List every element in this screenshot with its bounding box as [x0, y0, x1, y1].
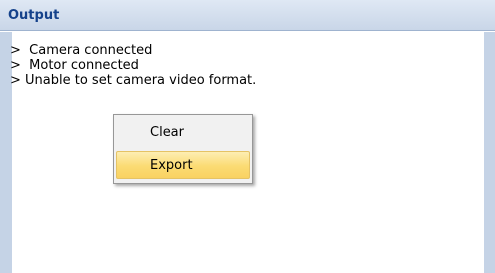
menu-item-label: Clear [150, 125, 184, 140]
menu-item-export[interactable]: Export [116, 151, 250, 179]
panel-title: Output [8, 8, 60, 23]
output-panel: Output > Camera connected > Motor connec… [0, 0, 495, 273]
log-line: > Unable to set camera video format. [10, 73, 257, 88]
menu-item-clear[interactable]: Clear [116, 118, 250, 146]
panel-right-frame [484, 32, 495, 273]
log-line: > Camera connected [10, 43, 153, 58]
output-panel-header: Output [0, 0, 495, 31]
output-log: > Camera connected > Motor connected > U… [10, 43, 256, 88]
log-line: > Motor connected [10, 58, 139, 73]
menu-item-label: Export [150, 158, 193, 173]
context-menu: Clear Export [113, 114, 253, 184]
